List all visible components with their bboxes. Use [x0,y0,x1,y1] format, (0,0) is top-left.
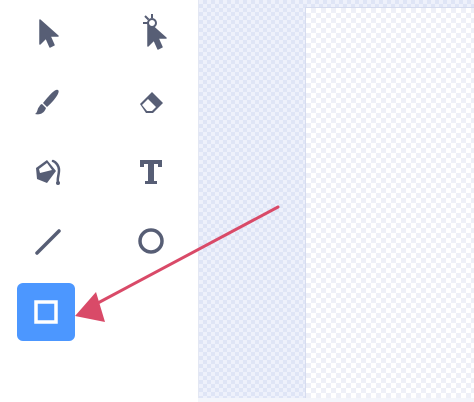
arrow-pointer-icon [39,19,59,48]
circle-tool-button[interactable] [122,212,180,270]
paint-bucket-icon [36,159,61,185]
fill-tool-button[interactable] [18,142,76,200]
line-tool-button[interactable] [18,212,76,270]
rectangle-tool-button[interactable] [17,283,75,341]
drawing-canvas[interactable] [305,7,474,402]
brush-icon [35,89,59,115]
canvas-bottom-edge [198,398,474,402]
text-icon [140,160,162,184]
reshape-pointer-icon [143,14,167,50]
circle-icon [138,228,164,254]
paint-toolbar [0,0,196,402]
brush-tool-button[interactable] [18,73,76,131]
line-icon [35,229,61,255]
eraser-icon [140,92,163,113]
select-tool-button[interactable] [18,3,76,61]
rectangle-icon [34,300,58,324]
reshape-tool-button[interactable] [122,3,180,61]
eraser-tool-button[interactable] [122,73,180,131]
text-tool-button[interactable] [122,142,180,200]
